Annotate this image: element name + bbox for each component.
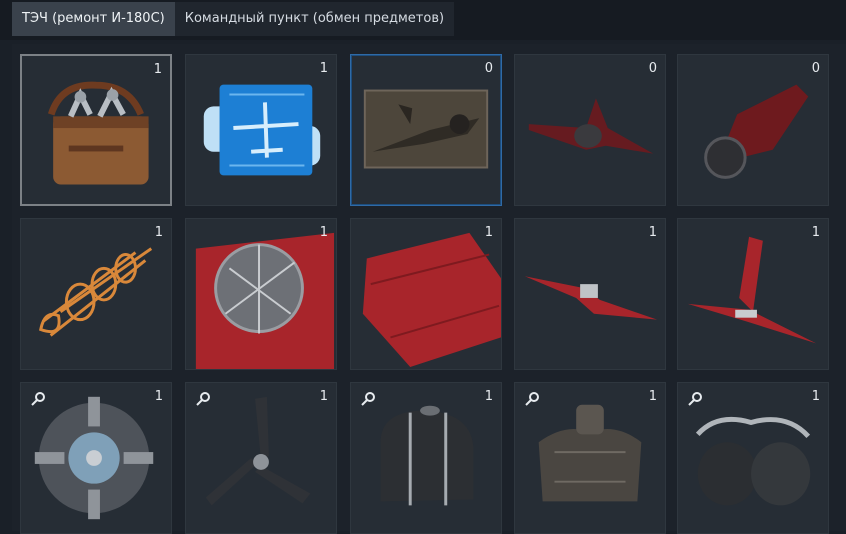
toolbag-icon [47, 81, 149, 185]
item-count: 1 [648, 389, 657, 404]
engine-frame-icon [195, 232, 335, 369]
fuselage-frame-icon [39, 247, 153, 337]
item-blueprint[interactable]: 1 [185, 54, 337, 206]
tab-repair[interactable]: ТЭЧ (ремонт И-180С) [12, 2, 175, 36]
item-toolbag[interactable]: 1 [20, 54, 172, 206]
radial-engine-icon [34, 396, 154, 520]
tab-strip: ТЭЧ (ремонт И-180С) Командный пункт (обм… [12, 2, 455, 36]
item-fuselage-frame[interactable]: 1 [20, 218, 172, 370]
item-engine-frame[interactable]: 1 [185, 218, 337, 370]
item-fuel-tank[interactable]: 1 [350, 382, 502, 534]
item-photo-aircraft[interactable]: 0 [350, 54, 502, 206]
item-radial-engine[interactable]: 1 [20, 382, 172, 534]
blueprint-icon [203, 84, 321, 176]
item-count: 0 [484, 61, 493, 76]
twin-tanks-icon [695, 417, 811, 506]
propeller-icon [205, 396, 311, 506]
top-bar: ТЭЧ (ремонт И-180С) Командный пункт (обм… [0, 0, 846, 40]
item-twin-tanks[interactable]: 1 [677, 382, 829, 534]
item-count: 1 [484, 389, 493, 404]
item-count: 1 [319, 225, 328, 240]
red-fuselage-icon [704, 84, 809, 179]
items-grid: 1 1 0 0 0 1 1 1 1 1 1 1 1 1 1 [12, 44, 846, 534]
item-count: 1 [154, 225, 163, 240]
red-aircraft-icon [528, 98, 654, 154]
item-count: 1 [648, 225, 657, 240]
fuel-tank-icon [380, 405, 474, 506]
item-count: 1 [153, 62, 162, 77]
item-red-fuselage[interactable]: 0 [677, 54, 829, 206]
item-oil-tank[interactable]: 1 [514, 382, 666, 534]
item-propeller[interactable]: 1 [185, 382, 337, 534]
item-tail-assembly[interactable]: 1 [677, 218, 829, 370]
tab-command-post[interactable]: Командный пункт (обмен предметов) [174, 2, 455, 36]
oil-tank-icon [538, 404, 642, 502]
wing-assembly-icon [524, 276, 658, 320]
item-count: 0 [811, 61, 820, 76]
item-count: 1 [319, 61, 328, 76]
item-count: 1 [319, 389, 328, 404]
item-count: 1 [811, 225, 820, 240]
item-wing-assembly[interactable]: 1 [514, 218, 666, 370]
item-red-aircraft[interactable]: 0 [514, 54, 666, 206]
item-count: 1 [811, 389, 820, 404]
aircraft-photo-icon [363, 89, 489, 169]
tail-assembly-icon [687, 236, 817, 344]
item-wing-panel[interactable]: 1 [350, 218, 502, 370]
item-count: 0 [648, 61, 657, 76]
wing-panel-icon [362, 232, 501, 368]
item-count: 1 [154, 389, 163, 404]
item-count: 1 [484, 225, 493, 240]
